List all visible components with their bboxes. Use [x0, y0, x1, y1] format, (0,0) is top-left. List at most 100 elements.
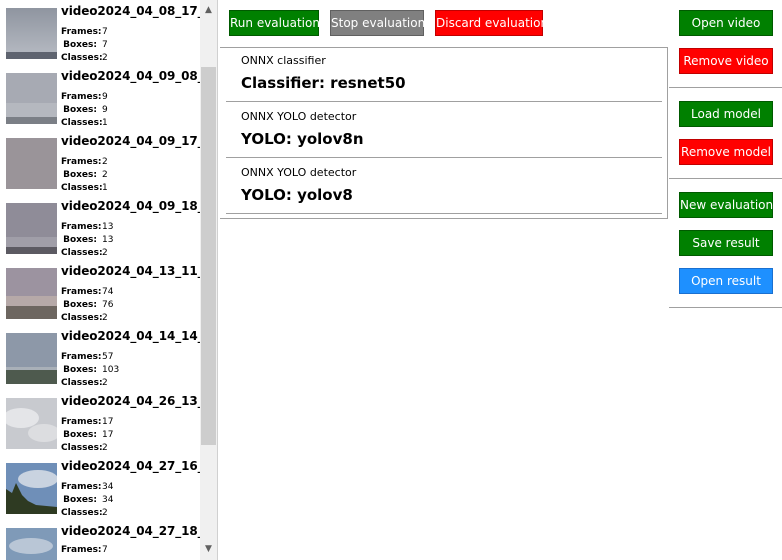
- classes-label: Classes:: [61, 53, 103, 63]
- remove-video-button[interactable]: Remove video: [679, 48, 773, 74]
- boxes-label: Boxes:: [63, 105, 97, 115]
- video-item[interactable]: video2024_04_09_17_02 Frames: 2 Boxes: 2 C…: [0, 130, 217, 195]
- discard-evaluation-button[interactable]: Discard evaluation: [435, 10, 548, 36]
- scroll-up-arrow-icon[interactable]: ▲: [200, 2, 217, 19]
- video-thumbnail: [6, 398, 57, 449]
- video-item[interactable]: video2024_04_09_08_24 Frames: 9 Boxes: 9 C…: [0, 65, 217, 130]
- classes-label: Classes:: [61, 443, 103, 453]
- boxes-value: 13: [102, 235, 114, 245]
- boxes-label: Boxes:: [63, 170, 97, 180]
- video-thumbnail: [6, 268, 57, 319]
- classes-value: 1: [102, 118, 108, 128]
- model-name: YOLO: yolov8: [241, 186, 353, 204]
- open-result-button[interactable]: Open result: [679, 268, 773, 294]
- video-thumbnail: [6, 73, 57, 124]
- frames-value: 7: [102, 545, 108, 555]
- video-item[interactable]: video2024_04_08_17_59 Frames: 7 Boxes: 7 C…: [0, 0, 217, 65]
- frames-value: 34: [102, 482, 114, 492]
- stop-evaluation-button[interactable]: Stop evaluation: [330, 10, 425, 36]
- model-item[interactable]: ONNX YOLO detector YOLO: yolov8n: [220, 104, 662, 159]
- model-item[interactable]: ONNX classifier Classifier: resnet50: [220, 48, 662, 103]
- video-item[interactable]: video2024_04_26_13_27 Frames: 17 Boxes: 17…: [0, 390, 217, 455]
- frames-label: Frames:: [61, 27, 102, 37]
- video-thumbnail: [6, 333, 57, 384]
- video-name: video2024_04_09_18_53: [61, 199, 218, 213]
- video-name: video2024_04_27_16_49: [61, 459, 218, 473]
- frames-value: 57: [102, 352, 114, 362]
- classes-label: Classes:: [61, 378, 103, 388]
- classes-label: Classes:: [61, 508, 103, 518]
- classes-value: 2: [102, 53, 108, 63]
- load-model-button[interactable]: Load model: [679, 101, 773, 127]
- model-divider: [226, 213, 662, 214]
- boxes-label: Boxes:: [63, 430, 97, 440]
- new-evaluation-button[interactable]: New evaluation: [679, 192, 773, 218]
- video-name: video2024_04_14_14_52: [61, 329, 218, 343]
- video-thumbnail: [6, 463, 57, 514]
- frames-label: Frames:: [61, 482, 102, 492]
- save-result-button[interactable]: Save result: [679, 230, 773, 256]
- video-name: video2024_04_09_08_24: [61, 69, 218, 83]
- remove-model-button[interactable]: Remove model: [679, 139, 773, 165]
- video-name: video2024_04_27_18_15: [61, 524, 218, 538]
- boxes-value: 7: [102, 40, 108, 50]
- frames-value: 7: [102, 27, 108, 37]
- boxes-label: Boxes:: [63, 365, 97, 375]
- boxes-value: 17: [102, 430, 114, 440]
- video-item[interactable]: video2024_04_13_11_07 Frames: 74 Boxes: 76…: [0, 260, 217, 325]
- classes-value: 2: [102, 378, 108, 388]
- frames-label: Frames:: [61, 417, 102, 427]
- scroll-thumb[interactable]: [201, 67, 216, 445]
- frames-value: 74: [102, 287, 114, 297]
- boxes-label: Boxes:: [63, 40, 97, 50]
- video-item[interactable]: video2024_04_27_16_49 Frames: 34 Boxes: 34…: [0, 455, 217, 520]
- frames-label: Frames:: [61, 287, 102, 297]
- scroll-down-arrow-icon[interactable]: ▼: [200, 541, 217, 558]
- video-list-scrollbar[interactable]: ▲ ▼: [200, 0, 217, 560]
- model-divider: [226, 101, 662, 102]
- open-video-button[interactable]: Open video: [679, 10, 773, 36]
- model-type: ONNX YOLO detector: [241, 166, 357, 179]
- classes-label: Classes:: [61, 118, 103, 128]
- video-thumbnail: [6, 528, 57, 560]
- video-item[interactable]: video2024_04_14_14_52 Frames: 57 Boxes: 10…: [0, 325, 217, 390]
- section-divider: [669, 307, 782, 308]
- video-item[interactable]: video2024_04_09_18_53 Frames: 13 Boxes: 13…: [0, 195, 217, 260]
- boxes-value: 2: [102, 170, 108, 180]
- model-item[interactable]: ONNX YOLO detector YOLO: yolov8: [220, 160, 662, 215]
- section-divider: [669, 178, 782, 179]
- classes-label: Classes:: [61, 248, 103, 258]
- frames-label: Frames:: [61, 92, 102, 102]
- classes-label: Classes:: [61, 183, 103, 193]
- classes-value: 2: [102, 313, 108, 323]
- frames-label: Frames:: [61, 545, 102, 555]
- boxes-label: Boxes:: [63, 495, 97, 505]
- frames-value: 13: [102, 222, 114, 232]
- classes-value: 2: [102, 508, 108, 518]
- video-thumbnail: [6, 203, 57, 254]
- video-list[interactable]: video2024_04_08_17_59 Frames: 7 Boxes: 7 C…: [0, 0, 218, 560]
- boxes-value: 34: [102, 495, 114, 505]
- boxes-label: Boxes:: [63, 300, 97, 310]
- frames-label: Frames:: [61, 352, 102, 362]
- run-evaluation-button[interactable]: Run evaluation: [229, 10, 320, 36]
- boxes-value: 103: [102, 365, 120, 375]
- boxes-label: Boxes:: [63, 235, 97, 245]
- video-name: video2024_04_13_11_07: [61, 264, 218, 278]
- classes-value: 1: [102, 183, 108, 193]
- frames-value: 9: [102, 92, 108, 102]
- classes-label: Classes:: [61, 313, 103, 323]
- model-name: Classifier: resnet50: [241, 74, 406, 92]
- model-divider: [226, 157, 662, 158]
- video-item[interactable]: video2024_04_27_18_15 Frames: 7: [0, 520, 217, 560]
- model-type: ONNX YOLO detector: [241, 110, 357, 123]
- model-name: YOLO: yolov8n: [241, 130, 364, 148]
- boxes-value: 76: [102, 300, 114, 310]
- section-divider: [669, 87, 782, 88]
- model-list[interactable]: ONNX classifier Classifier: resnet50 ONN…: [220, 47, 668, 219]
- frames-label: Frames:: [61, 157, 102, 167]
- model-type: ONNX classifier: [241, 54, 326, 67]
- classes-value: 2: [102, 248, 108, 258]
- frames-label: Frames:: [61, 222, 102, 232]
- boxes-value: 9: [102, 105, 108, 115]
